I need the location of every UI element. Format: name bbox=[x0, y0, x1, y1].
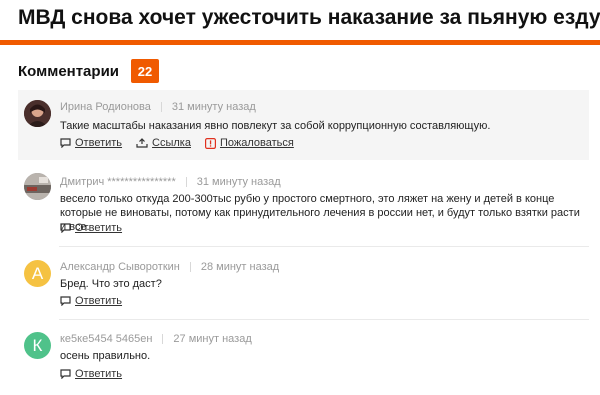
reply-label: Ответить bbox=[75, 295, 123, 307]
comments-count-badge: 22 bbox=[131, 59, 160, 83]
comment-text: Бред. Что это даст? bbox=[60, 278, 162, 290]
reply-button[interactable]: Ответить bbox=[60, 295, 122, 307]
comment-divider bbox=[59, 319, 589, 320]
reply-label: Ответить bbox=[75, 137, 123, 149]
reply-icon bbox=[60, 138, 71, 148]
reply-label: Ответить bbox=[75, 368, 123, 380]
reply-icon bbox=[60, 223, 71, 233]
comment-author[interactable]: ке5ке5454 5465ен bbox=[60, 333, 152, 345]
comment-author[interactable]: Ирина Родионова bbox=[60, 101, 151, 113]
meta-separator bbox=[162, 334, 164, 344]
header-divider bbox=[0, 40, 600, 45]
comment-text: Такие масштабы наказания явно повлекут з… bbox=[60, 120, 491, 132]
comment-author[interactable]: Дмитрич **************** bbox=[60, 176, 176, 188]
comments-header: Комментарии 22 bbox=[18, 59, 160, 83]
link-button[interactable]: Ссылка bbox=[136, 137, 191, 149]
reply-button[interactable]: Ответить bbox=[60, 368, 122, 380]
reply-icon bbox=[60, 296, 71, 306]
link-label: Ссылка bbox=[152, 137, 191, 149]
meta-separator bbox=[185, 177, 187, 187]
reply-label: Ответить bbox=[75, 222, 123, 234]
comment-divider bbox=[59, 246, 589, 247]
reply-button[interactable]: Ответить bbox=[60, 222, 122, 234]
comment-time: 31 минуту назад bbox=[196, 176, 281, 188]
comment-text: весело только откуда 200-300тыс рубю у п… bbox=[60, 193, 580, 233]
meta-separator bbox=[160, 102, 162, 112]
avatar[interactable]: А bbox=[24, 260, 51, 287]
comment-text: осень правильно. bbox=[60, 350, 151, 362]
comment-item: К ке5ке5454 5465ен 27 минут назад осень … bbox=[18, 321, 589, 395]
comment-item: Ирина Родионова 31 минуту назад Такие ма… bbox=[18, 90, 589, 160]
reply-button[interactable]: Ответить bbox=[60, 137, 122, 149]
comment-time: 28 минут назад bbox=[200, 261, 280, 273]
comment-item: А Александр Сыворот​кин 28 минут назад Б… bbox=[18, 248, 589, 320]
reply-icon bbox=[60, 369, 71, 379]
avatar[interactable] bbox=[24, 173, 51, 200]
avatar[interactable]: К bbox=[24, 332, 51, 359]
comment-time: 27 минут назад bbox=[173, 333, 252, 345]
comments-title: Комментарии bbox=[18, 62, 120, 80]
link-icon bbox=[136, 138, 148, 148]
report-icon bbox=[204, 137, 216, 149]
comment-item: Дмитрич **************** 31 минуту назад… bbox=[18, 165, 589, 247]
avatar[interactable] bbox=[24, 100, 51, 127]
avatar-letter: А bbox=[31, 263, 44, 283]
user-photo-icon bbox=[24, 100, 51, 127]
comment-time: 31 минуту назад bbox=[171, 101, 256, 113]
avatar-letter: К bbox=[32, 335, 43, 355]
report-button[interactable]: Пожаловаться bbox=[204, 137, 294, 149]
report-label: Пожаловаться bbox=[219, 137, 294, 149]
meta-separator bbox=[189, 262, 191, 272]
article-title: МВД снова хочет ужесточить наказание за … bbox=[18, 6, 600, 29]
user-photo-icon bbox=[24, 173, 51, 200]
comment-author[interactable]: Александр Сыворот​кин bbox=[60, 261, 180, 273]
